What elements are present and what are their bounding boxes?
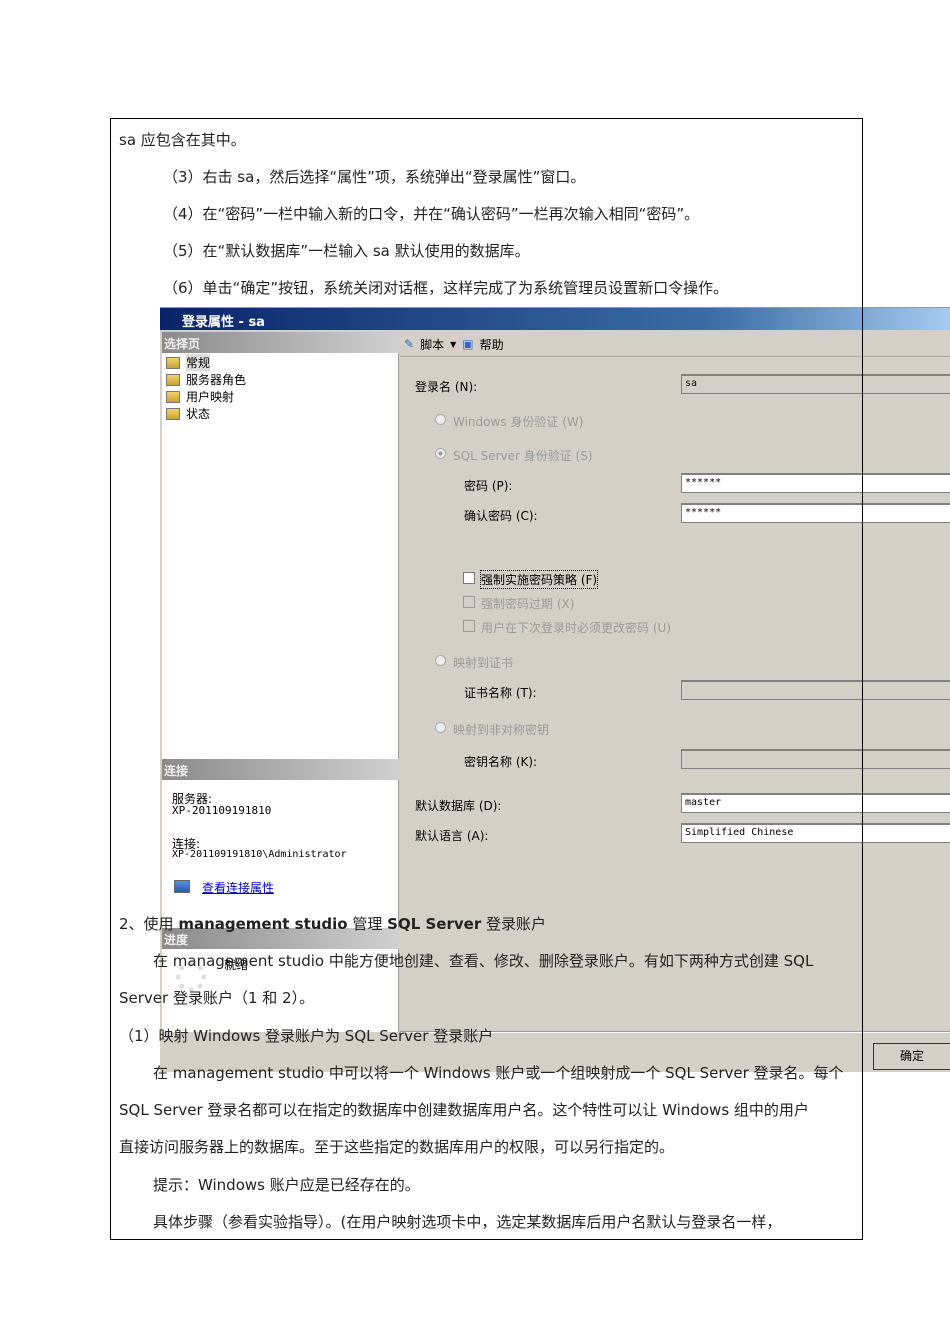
page-user-mapping[interactable]: 用户映射 <box>166 388 234 405</box>
login-name-input[interactable]: sa <box>681 374 950 394</box>
enforce-policy-checkbox[interactable] <box>463 572 475 584</box>
default-lang-label: 默认语言 (A): <box>415 829 489 843</box>
default-lang-input[interactable]: Simplified Chinese <box>681 823 950 843</box>
windows-auth-radio[interactable] <box>435 414 446 425</box>
script-button[interactable]: 脚本 <box>420 336 444 353</box>
cert-name-input[interactable] <box>681 680 950 700</box>
page-icon <box>166 373 180 386</box>
help-button[interactable]: 帮助 <box>480 336 504 353</box>
ok-button[interactable]: 确定 <box>873 1043 950 1070</box>
login-name-label: 登录名 (N): <box>415 380 478 394</box>
connection-properties-icon <box>174 880 190 893</box>
enforce-expiry-label: 强制密码过期 (X) <box>481 597 575 611</box>
help-icon: ▣ <box>462 337 474 351</box>
default-db-input[interactable]: master <box>681 793 950 813</box>
paragraph-line: （4）在“密码”一栏中输入新的口令，并在“确认密码”一栏再次输入相同“密码”。 <box>163 205 700 223</box>
map-key-label: 映射到非对称密钥 <box>453 723 550 737</box>
must-change-label: 用户在下次登录时必须更改密码 (U) <box>481 621 671 635</box>
sql-auth-radio[interactable] <box>435 448 446 459</box>
windows-auth-label: Windows 身份验证 (W) <box>453 415 584 429</box>
paragraph-line: 在 management studio 中能方便地创建、查看、修改、删除登录账户… <box>153 952 814 970</box>
must-change-checkbox[interactable] <box>463 620 475 632</box>
confirm-password-input[interactable]: ****** <box>681 503 950 523</box>
dialog-toolbar: ✎ 脚本 ▼ ▣ 帮助 <box>400 332 950 357</box>
page-general[interactable]: 常规 <box>166 354 211 371</box>
connection-value: XP-201109191810\Administrator <box>172 849 347 860</box>
server-value: XP-201109191810 <box>172 804 272 817</box>
page-server-roles[interactable]: 服务器角色 <box>166 371 246 388</box>
paragraph-line: （3）右击 sa，然后选择“属性”项，系统弹出“登录属性”窗口。 <box>163 168 586 186</box>
paragraph-line: （5）在“默认数据库”一栏输入 sa 默认使用的数据库。 <box>163 242 530 260</box>
paragraph-line: （1）映射 Windows 登录账户为 SQL Server 登录账户 <box>119 1027 494 1045</box>
paragraph-line: （6）单击“确定”按钮，系统关闭对话框，这样完成了为系统管理员设置新口令操作。 <box>163 279 729 297</box>
map-cert-label: 映射到证书 <box>453 656 514 670</box>
view-connection-properties-link[interactable]: 查看连接属性 <box>202 879 274 896</box>
password-input[interactable]: ****** <box>681 473 950 493</box>
key-name-label: 密钥名称 (K): <box>464 755 538 769</box>
paragraph-line: 直接访问服务器上的数据库。至于这些指定的数据库用户的权限，可以另行指定的。 <box>119 1138 675 1156</box>
script-icon: ✎ <box>404 337 415 351</box>
map-key-radio[interactable] <box>435 722 446 733</box>
page-icon <box>166 407 180 420</box>
dialog-title-bar: 登录属性 - sa <box>160 308 950 330</box>
page-icon <box>166 390 180 403</box>
cert-name-label: 证书名称 (T): <box>464 686 537 700</box>
section-2-heading: 2、使用 management studio 管理 SQL Server 登录账… <box>119 915 547 933</box>
connection-header: 连接 <box>162 759 399 780</box>
select-page-header: 选择页 <box>162 332 399 353</box>
paragraph-line: 提示：Windows 账户应是已经存在的。 <box>153 1176 420 1194</box>
key-name-input[interactable] <box>681 749 950 769</box>
paragraph-line: 具体步骤（参看实验指导）。(在用户映射选项卡中，选定某数据库后用户名默认与登录名… <box>153 1213 782 1231</box>
page-icon <box>166 356 180 369</box>
enforce-expiry-checkbox[interactable] <box>463 596 475 608</box>
page-status[interactable]: 状态 <box>166 405 210 422</box>
password-label: 密码 (P): <box>464 479 513 493</box>
map-cert-radio[interactable] <box>435 655 446 666</box>
paragraph-line: sa 应包含在其中。 <box>119 131 246 149</box>
enforce-policy-label: 强制实施密码策略 (F) <box>479 570 599 589</box>
paragraph-line: 在 management studio 中可以将一个 Windows 账户或一个… <box>153 1064 844 1082</box>
default-db-label: 默认数据库 (D): <box>415 799 502 813</box>
sql-auth-label: SQL Server 身份验证 (S) <box>453 449 593 463</box>
paragraph-line: Server 登录账户（1 和 2）。 <box>119 989 315 1007</box>
script-dropdown-icon[interactable]: ▼ <box>450 340 456 349</box>
confirm-password-label: 确认密码 (C): <box>464 509 538 523</box>
paragraph-line: SQL Server 登录名都可以在指定的数据库中创建数据库用户名。这个特性可以… <box>119 1101 809 1119</box>
